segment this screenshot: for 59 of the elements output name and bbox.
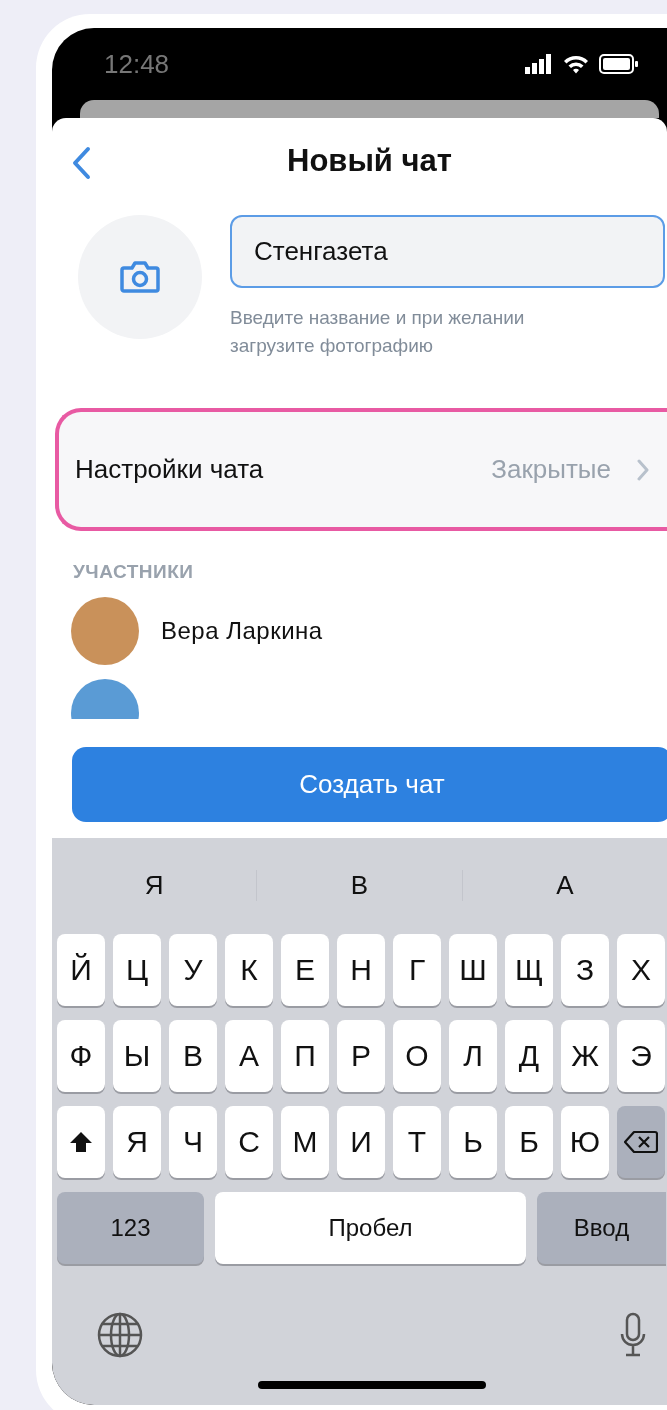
- letter-key[interactable]: Ж: [561, 1020, 609, 1092]
- letter-key[interactable]: Ш: [449, 934, 497, 1006]
- letter-key[interactable]: Щ: [505, 934, 553, 1006]
- letter-key[interactable]: Ю: [561, 1106, 609, 1178]
- letter-key[interactable]: Н: [337, 934, 385, 1006]
- shift-key[interactable]: [57, 1106, 105, 1178]
- suggestion[interactable]: Я: [52, 869, 258, 901]
- participant-name[interactable]: Вера Ларкина: [161, 617, 323, 645]
- hint-text: Введите название и при желании загрузите фотографию: [230, 306, 526, 358]
- letter-key[interactable]: Ы: [113, 1020, 161, 1092]
- space-key[interactable]: Пробел: [215, 1192, 526, 1264]
- chat-settings-row[interactable]: Настройки чата Закрытые: [55, 408, 667, 531]
- letter-key[interactable]: А: [225, 1020, 273, 1092]
- letter-key[interactable]: Е: [281, 934, 329, 1006]
- letter-key[interactable]: Г: [393, 934, 441, 1006]
- letter-key[interactable]: Э: [617, 1020, 665, 1092]
- camera-icon: [120, 260, 160, 294]
- battery-icon: [599, 54, 639, 74]
- backspace-icon: [624, 1130, 658, 1154]
- letter-key[interactable]: Ц: [113, 934, 161, 1006]
- backspace-key[interactable]: [617, 1106, 665, 1178]
- letter-key[interactable]: У: [169, 934, 217, 1006]
- create-chat-button[interactable]: Создать чат: [72, 747, 667, 822]
- signal-icon: [525, 54, 553, 74]
- suggestion[interactable]: В: [257, 869, 463, 901]
- screen-title: Новый чат: [286, 142, 452, 179]
- letter-key[interactable]: П: [281, 1020, 329, 1092]
- chat-name-field[interactable]: Стенгазета: [230, 215, 665, 288]
- letter-key[interactable]: Р: [337, 1020, 385, 1092]
- return-key[interactable]: Ввод: [537, 1192, 666, 1264]
- letter-key[interactable]: В: [169, 1020, 217, 1092]
- letter-key[interactable]: С: [225, 1106, 273, 1178]
- letter-key[interactable]: Л: [449, 1020, 497, 1092]
- settings-label: Настройки чата: [75, 454, 264, 485]
- letter-key[interactable]: М: [281, 1106, 329, 1178]
- letter-key[interactable]: З: [561, 934, 609, 1006]
- letter-key[interactable]: Ф: [57, 1020, 105, 1092]
- globe-icon[interactable]: [97, 1312, 143, 1358]
- numbers-key[interactable]: 123: [57, 1192, 204, 1264]
- letter-key[interactable]: Т: [393, 1106, 441, 1178]
- suggestion[interactable]: А: [462, 869, 667, 901]
- letter-key[interactable]: Д: [505, 1020, 553, 1092]
- letter-key[interactable]: Ч: [169, 1106, 217, 1178]
- settings-value: Закрытые: [491, 454, 611, 485]
- letter-key[interactable]: И: [337, 1106, 385, 1178]
- letter-key[interactable]: Х: [617, 934, 665, 1006]
- status-time: 12:48: [104, 48, 170, 80]
- microphone-icon[interactable]: [619, 1312, 647, 1358]
- letter-key[interactable]: Я: [113, 1106, 161, 1178]
- section-header: УЧАСТНИКИ: [73, 561, 195, 583]
- letter-key[interactable]: О: [393, 1020, 441, 1092]
- chevron-right-icon: [637, 458, 649, 481]
- shift-icon: [69, 1131, 93, 1153]
- letter-key[interactable]: К: [225, 934, 273, 1006]
- back-icon[interactable]: [70, 146, 92, 180]
- letter-key[interactable]: Б: [505, 1106, 553, 1178]
- wifi-icon: [563, 54, 589, 74]
- letter-key[interactable]: Й: [57, 934, 105, 1006]
- letter-key[interactable]: Ь: [449, 1106, 497, 1178]
